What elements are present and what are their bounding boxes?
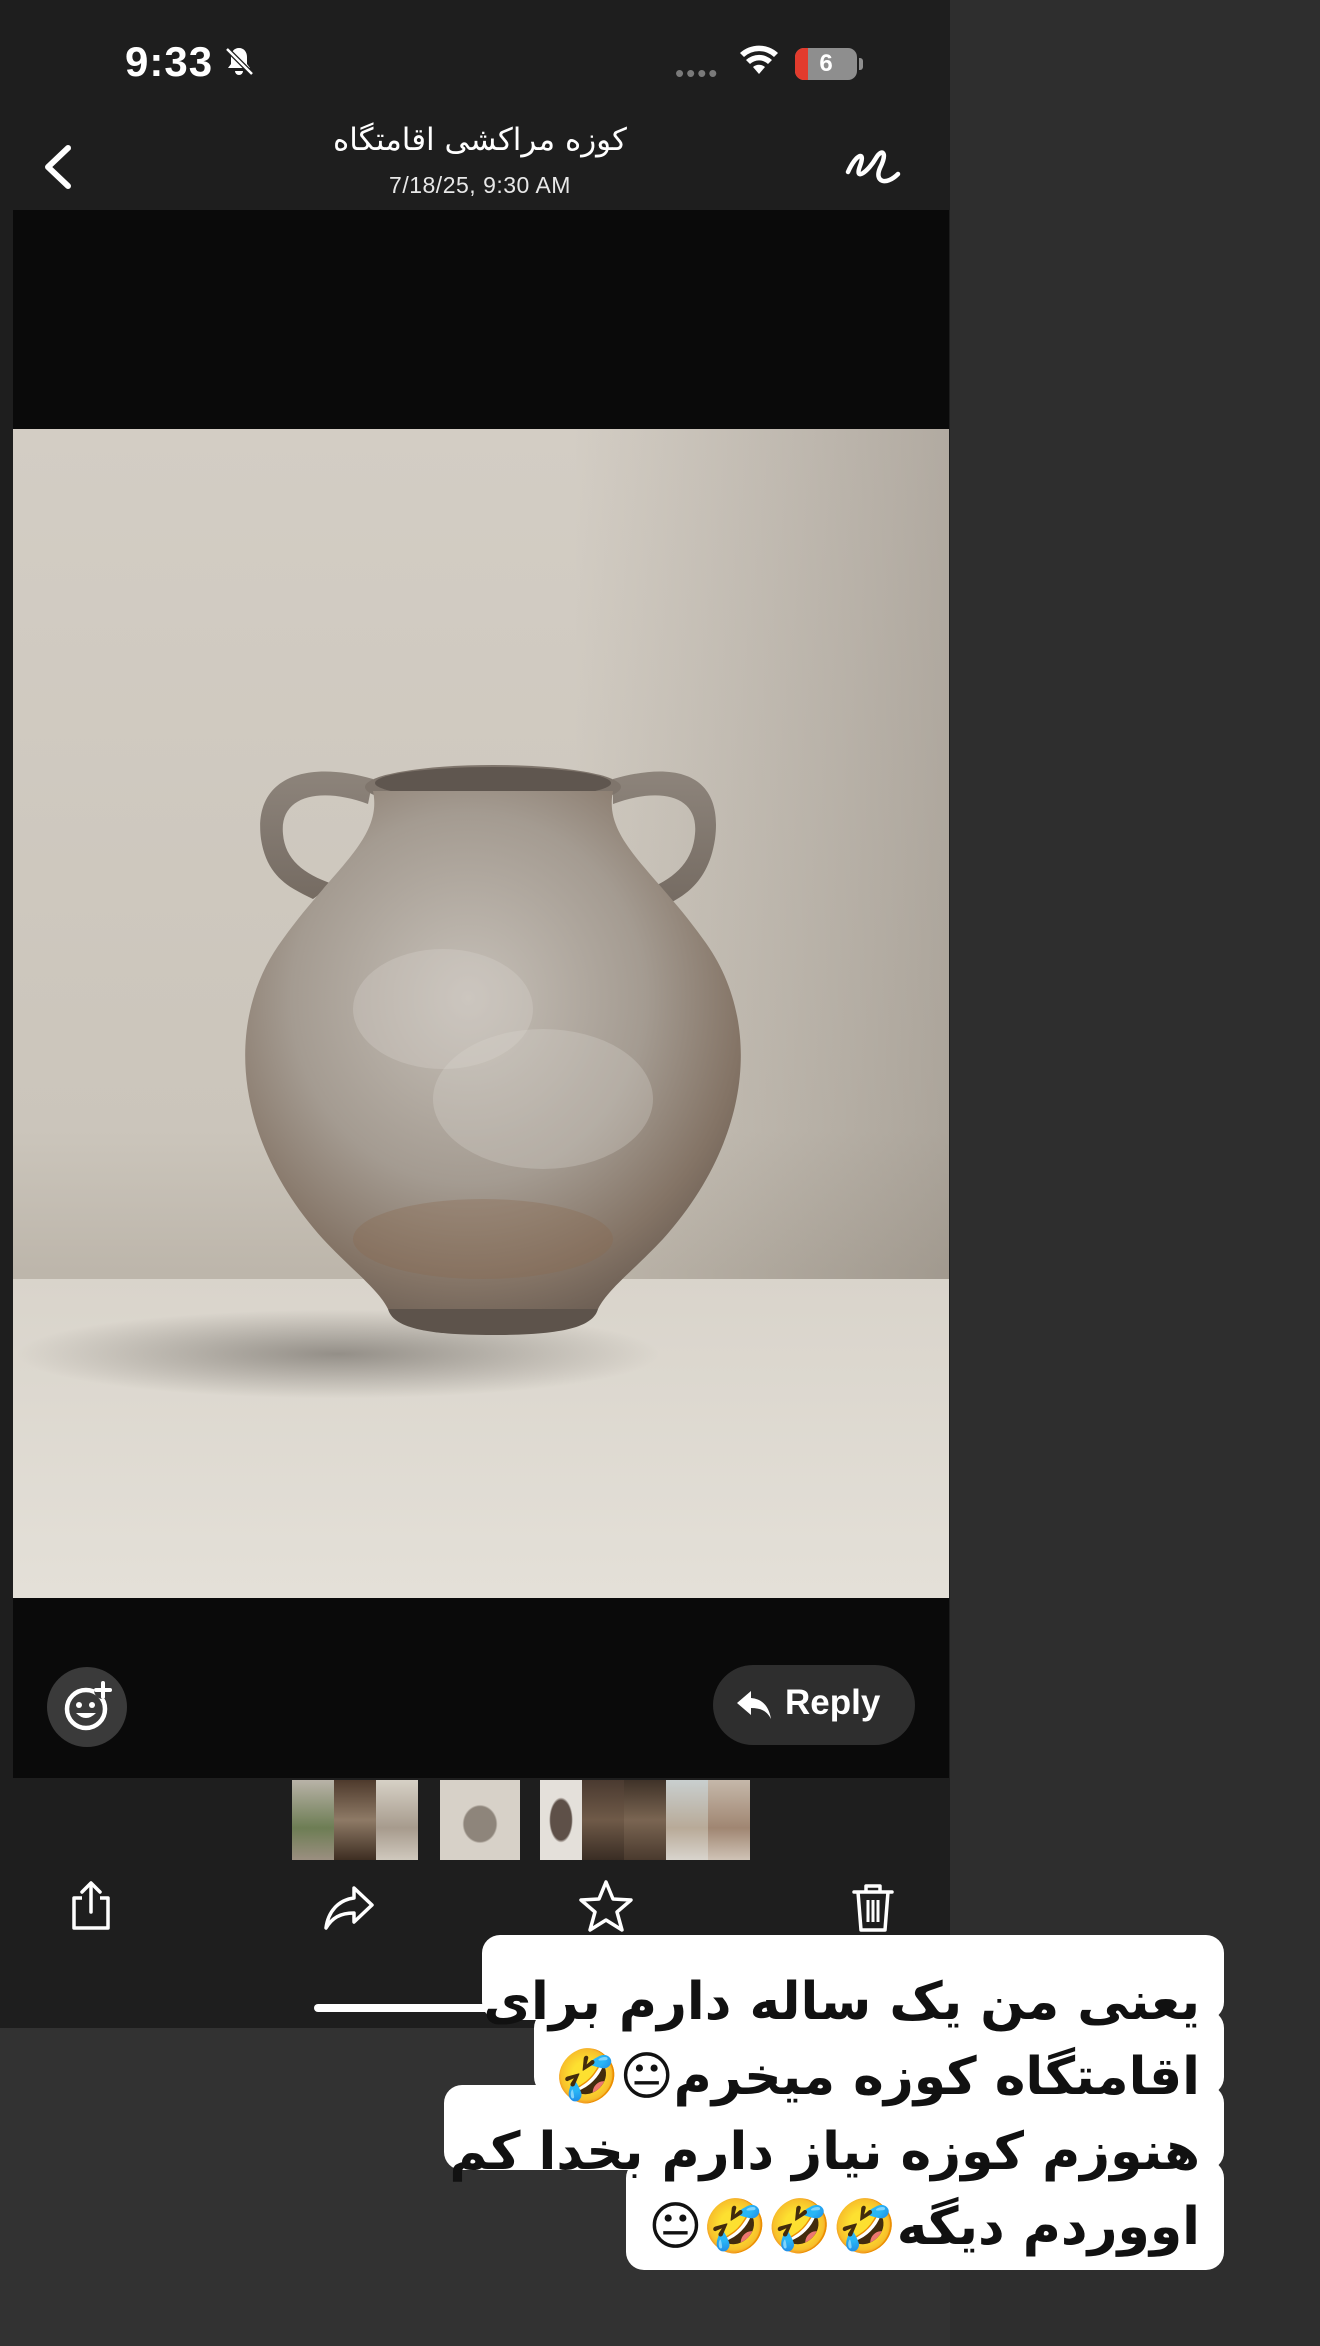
reply-label: Reply <box>785 1683 881 1722</box>
status-bar: 9:33 •••• 6 <box>0 0 950 120</box>
caption-line-4: اووردم دیگه🤣🤣🤣😐 <box>648 2197 1200 2257</box>
nav-header: کوزه مراکشی اقامتگاه 7/18/25, 9:30 AM <box>0 120 950 210</box>
battery-tip <box>859 58 863 70</box>
thumbnail[interactable] <box>334 1780 376 1860</box>
battery-level: 6 <box>819 50 833 77</box>
thumbnail[interactable] <box>292 1780 334 1860</box>
share-icon[interactable] <box>62 1878 120 1936</box>
page-title: کوزه مراکشی اقامتگاه <box>333 122 627 158</box>
thumbnail[interactable] <box>582 1780 624 1860</box>
cellular-signal-dots: •••• <box>675 58 720 88</box>
silent-bell-icon <box>225 47 254 76</box>
wifi-icon <box>740 45 778 74</box>
photo-viewer[interactable]: Reply <box>13 210 949 1778</box>
page-subtitle-timestamp: 7/18/25, 9:30 AM <box>389 172 571 198</box>
thumbnail[interactable] <box>666 1780 708 1860</box>
battery-indicator: 6 <box>795 48 857 80</box>
vase-photo[interactable] <box>13 429 949 1598</box>
thumbnail[interactable] <box>376 1780 418 1860</box>
caption-line-2: اقامتگاه کوزه میخرم😐🤣 <box>554 2047 1200 2107</box>
reply-arrow-icon <box>737 1691 771 1719</box>
reply-button[interactable]: Reply <box>713 1665 915 1745</box>
smiley-plus-icon <box>64 1681 112 1731</box>
markup-icon[interactable] <box>838 132 908 202</box>
star-icon[interactable] <box>577 1878 635 1936</box>
vase-image <box>245 765 741 1335</box>
caption-text: یعنی من یک ساله دارم برای اقامتگاه کوزه … <box>440 1965 1200 2265</box>
caption-line-3: هنوزم کوزه نیاز دارم بخدا کم <box>449 2122 1200 2182</box>
forward-icon[interactable] <box>320 1878 378 1936</box>
back-chevron-icon[interactable] <box>30 132 90 202</box>
thumbnail[interactable] <box>708 1780 750 1860</box>
caption-line-1: یعنی من یک ساله دارم برای <box>483 1972 1200 2032</box>
thumbnail[interactable] <box>624 1780 666 1860</box>
status-time: 9:33 <box>125 38 214 85</box>
thumbnail-selected[interactable] <box>440 1780 520 1860</box>
thumbnail[interactable] <box>540 1780 582 1860</box>
add-reaction-button[interactable] <box>47 1667 127 1747</box>
trash-icon[interactable] <box>844 1878 902 1936</box>
